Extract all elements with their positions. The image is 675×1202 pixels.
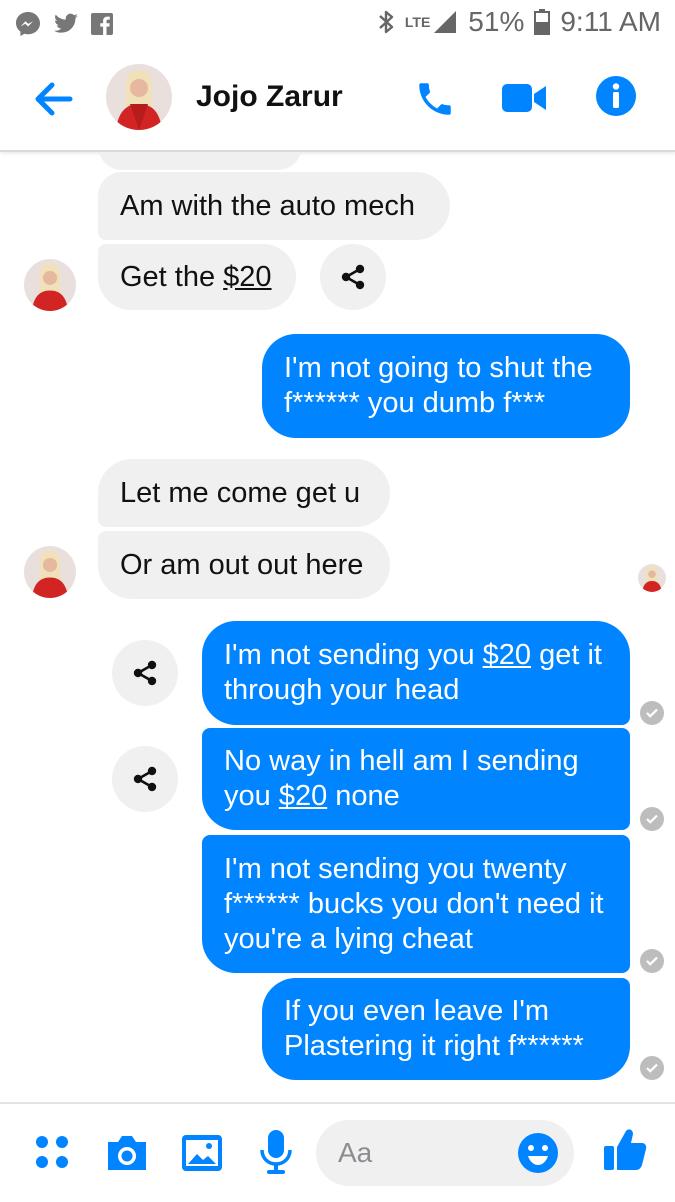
share-icon [133,660,157,686]
message-text: I'm not going to shut the f****** you du… [284,352,593,419]
microphone-icon[interactable] [258,1128,294,1176]
message-text: No way in hell am I sending you $20 none [224,744,608,814]
apps-grid-icon[interactable] [32,1132,72,1172]
message-text: I'm not sending you twenty f****** bucks… [224,852,604,955]
avatar-photo [24,546,76,598]
message-outgoing[interactable]: I'm not sending you $20 get it through y… [202,621,630,725]
avatar-photo [24,259,76,311]
message-incoming[interactable]: Let me come get u [98,459,390,527]
share-icon [133,766,157,792]
money-link[interactable]: $20 [279,780,327,812]
bluetooth-icon [379,10,394,34]
info-icon[interactable] [594,74,638,118]
share-button[interactable] [320,244,386,310]
system-status: LTE 51% 9:11 AM [377,6,661,38]
message-text: If you even leave I'm Plastering it righ… [284,995,584,1062]
message-input[interactable]: Aa [316,1120,574,1186]
back-arrow-icon[interactable] [30,76,76,122]
contact-avatar[interactable] [106,64,172,130]
message-thread[interactable]: Am with the auto mech Get the $20 I'm no… [0,152,675,1102]
battery-percent: 51% [468,6,525,37]
composer-bar: Aa [0,1102,675,1202]
avatar-photo [106,64,172,130]
seen-check-icon [640,807,664,831]
thumbs-up-icon[interactable] [602,1126,648,1174]
sender-avatar[interactable] [24,546,76,598]
message-outgoing[interactable]: I'm not sending you twenty f****** bucks… [202,835,630,973]
read-receipt-avatar [638,564,666,592]
avatar-photo [638,564,666,592]
camera-icon[interactable] [104,1132,150,1174]
sender-avatar[interactable] [24,259,76,311]
message-partial [98,152,302,170]
gallery-icon[interactable] [180,1132,224,1174]
clock: 9:11 AM [560,6,661,37]
seen-check-icon [640,701,664,725]
message-text-pre: I'm not sending you [224,639,483,671]
signal-icon [434,11,457,33]
message-input-placeholder: Aa [338,1137,373,1168]
message-outgoing[interactable]: No way in hell am I sending you $20 none [202,728,630,830]
message-incoming[interactable]: Am with the auto mech [98,172,450,240]
message-text-post: none [327,780,400,812]
network-type: LTE [404,14,431,30]
money-link[interactable]: $20 [483,639,531,671]
message-incoming[interactable]: Get the $20 [98,244,296,310]
contact-name[interactable]: Jojo Zarur [196,80,343,114]
twitter-icon [54,13,78,33]
message-text: Or am out out here [120,548,364,581]
message-incoming[interactable]: Or am out out here [98,531,390,599]
share-button[interactable] [112,640,178,706]
seen-check-icon [640,1056,664,1080]
message-outgoing[interactable]: I'm not going to shut the f****** you du… [262,334,630,438]
battery-icon [534,9,551,35]
message-text: Am with the auto mech [120,189,415,222]
share-icon [341,264,365,290]
message-text-pre: Get the [120,260,224,293]
notification-icons [14,10,114,38]
share-button[interactable] [112,746,178,812]
facebook-icon [91,13,113,35]
seen-check-icon [640,949,664,973]
message-outgoing[interactable]: If you even leave I'm Plastering it righ… [262,978,630,1080]
status-bar: LTE 51% 9:11 AM [0,0,675,48]
video-camera-icon[interactable] [500,78,548,118]
money-link[interactable]: $20 [223,260,271,295]
message-text: I'm not sending you $20 get it through y… [224,638,608,708]
emoji-icon[interactable] [516,1131,560,1175]
message-text-pre: No way in hell am I sending you [224,745,579,812]
messenger-icon [16,12,40,36]
conversation-header: Jojo Zarur [0,48,675,152]
phone-icon[interactable] [414,78,456,120]
message-text: Let me come get u [120,476,361,509]
